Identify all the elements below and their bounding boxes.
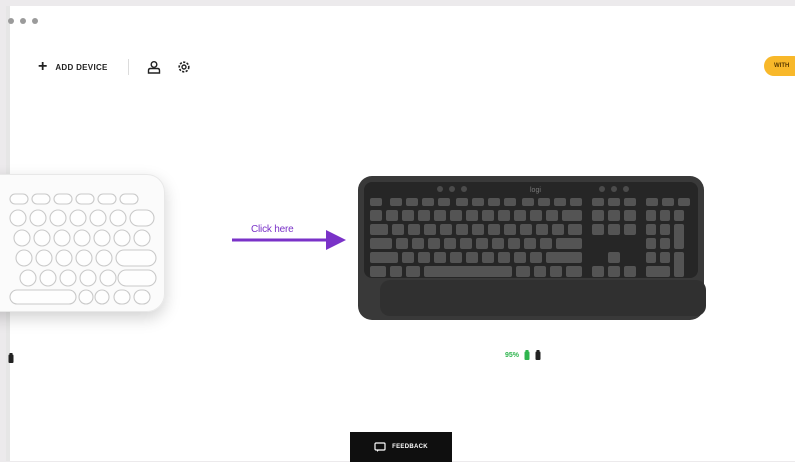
click-here-annotation: Click here — [251, 224, 294, 235]
settings-button[interactable] — [175, 58, 193, 76]
window-controls[interactable] — [8, 18, 38, 24]
minimize-dot-icon[interactable] — [20, 18, 26, 24]
user-icon — [147, 61, 160, 74]
battery-green-icon — [524, 350, 530, 360]
status-pill[interactable]: WITH — [764, 56, 795, 76]
gear-icon — [178, 61, 190, 73]
toolbar: + ADD DEVICE — [38, 56, 205, 78]
feedback-icon — [374, 442, 386, 452]
plus-icon: + — [38, 58, 48, 75]
battery-level: 95% — [505, 351, 520, 359]
close-dot-icon[interactable] — [8, 18, 14, 24]
black-keyboard-icon: logi — [358, 176, 706, 320]
white-keyboard-battery — [8, 350, 14, 368]
black-keyboard-battery: 95% — [505, 350, 541, 360]
add-device-label: ADD DEVICE — [55, 62, 108, 72]
battery-icon — [535, 350, 541, 360]
svg-text:logi: logi — [530, 187, 541, 194]
feedback-button[interactable]: FEEDBACK — [350, 432, 452, 462]
add-device-button[interactable]: + ADD DEVICE — [38, 59, 108, 75]
account-button[interactable] — [145, 58, 163, 76]
feedback-label: FEEDBACK — [392, 444, 428, 450]
black-keyboard-device[interactable]: logi — [356, 172, 706, 322]
white-keyboard-device[interactable] — [0, 174, 165, 312]
toolbar-divider — [127, 59, 129, 75]
maximize-dot-icon[interactable] — [32, 18, 38, 24]
battery-icon — [8, 353, 14, 363]
white-keyboard-icon — [9, 193, 157, 305]
